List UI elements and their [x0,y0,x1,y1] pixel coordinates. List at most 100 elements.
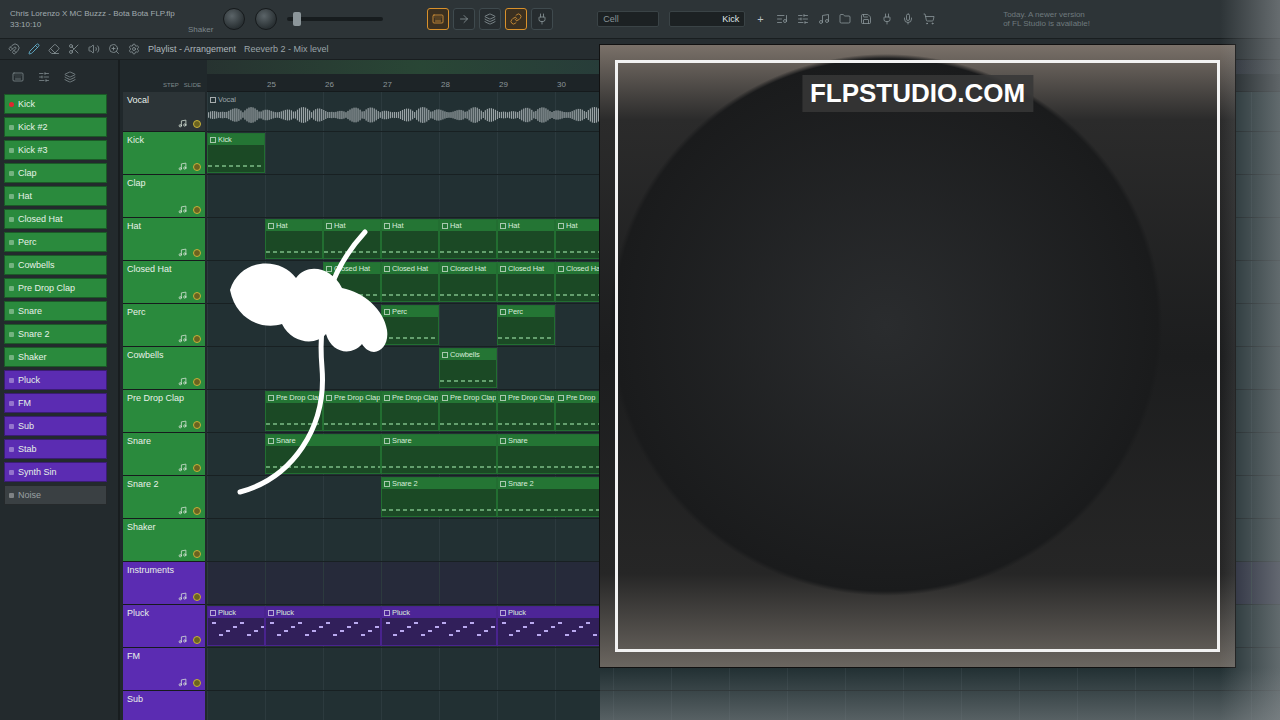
track-header[interactable]: Closed Hat [123,261,205,304]
clip[interactable]: Hat [497,219,555,259]
channel-select-marker[interactable] [9,424,14,429]
channel-item[interactable]: Sub [4,416,107,436]
clip[interactable]: Pre Drop Clap [439,391,497,431]
note-icon[interactable] [178,635,187,644]
mute-dot[interactable] [193,593,201,601]
channel-select-marker[interactable] [9,493,14,498]
clip[interactable]: Pre Drop Clap [497,391,555,431]
channel-item[interactable]: FM [4,393,107,413]
clip-menu-icon[interactable] [500,481,506,487]
clip[interactable]: Vocal [207,93,613,130]
clip[interactable]: Snare [497,434,613,474]
clip[interactable]: Hat [323,219,381,259]
clip-menu-icon[interactable] [442,395,448,401]
clip[interactable]: Pluck [497,606,613,646]
channel-item[interactable]: Hat [4,186,107,206]
clip-menu-icon[interactable] [500,438,506,444]
keyboard-icon[interactable] [12,71,24,83]
channel-select-marker[interactable] [9,263,14,268]
mute-dot[interactable] [193,249,201,257]
track-header[interactable]: Sub [123,691,205,720]
note-icon[interactable] [178,291,187,300]
clip-menu-icon[interactable] [210,97,216,103]
clip-menu-icon[interactable] [326,266,332,272]
master-slider[interactable] [287,17,383,21]
arrow-icon[interactable] [458,13,470,25]
clip[interactable]: Pre Drop Clap [265,391,323,431]
master-volume-knob[interactable] [223,8,245,30]
clip-menu-icon[interactable] [500,223,506,229]
track-header[interactable]: Perc [123,304,205,347]
layers-icon[interactable] [484,13,496,25]
rack-layers-icon[interactable] [64,71,76,83]
note-icon[interactable] [178,205,187,214]
clip-menu-icon[interactable] [558,395,564,401]
channel-select-marker[interactable] [9,171,14,176]
track-header[interactable]: Shaker [123,519,205,562]
channel-item[interactable]: Pluck [4,370,107,390]
clip[interactable]: Cowbells [439,348,497,388]
clip-menu-icon[interactable] [210,137,216,143]
channel-select-marker[interactable] [9,286,14,291]
clip[interactable]: Hat [439,219,497,259]
channel-item[interactable]: Synth Sin [4,462,107,482]
mute-dot[interactable] [193,378,201,386]
track-header[interactable]: Snare 2 [123,476,205,519]
track-header[interactable]: Vocal [123,92,205,132]
note-icon[interactable] [178,119,187,128]
channel-item[interactable]: Noise [4,485,107,505]
playlist-icon[interactable] [776,13,788,25]
piano-button[interactable] [427,8,449,30]
clip[interactable]: Hat [381,219,439,259]
clip-menu-icon[interactable] [442,223,448,229]
mute-dot[interactable] [193,206,201,214]
mute-dot[interactable] [193,335,201,343]
clip-menu-icon[interactable] [442,266,448,272]
clip-menu-icon[interactable] [442,352,448,358]
clip[interactable]: Closed Hat [497,262,555,302]
note-icon[interactable] [178,162,187,171]
track-header[interactable]: Snare [123,433,205,476]
channel-item[interactable]: Perc [4,232,107,252]
clip[interactable]: Hat [265,219,323,259]
arrow-button[interactable] [453,8,475,30]
note-icon[interactable] [178,420,187,429]
clip[interactable]: Kick [207,133,265,173]
channel-select-marker[interactable] [9,378,14,383]
save-icon[interactable] [860,13,872,25]
channel-item[interactable]: Clap [4,163,107,183]
note-icon[interactable] [178,463,187,472]
channel-select-marker[interactable] [9,102,14,107]
note-icon[interactable] [178,592,187,601]
clip-menu-icon[interactable] [500,266,506,272]
clip[interactable]: Closed Hat [439,262,497,302]
mute-dot[interactable] [193,507,201,515]
link-button[interactable] [505,8,527,30]
mute-dot[interactable] [193,292,201,300]
mute-dot[interactable] [193,163,201,171]
channel-item[interactable]: Snare 2 [4,324,107,344]
snap-options[interactable]: STEPSLIDE [123,60,205,92]
track-header[interactable]: FM [123,648,205,691]
channel-item[interactable]: Snare [4,301,107,321]
clip[interactable]: Closed Hat [381,262,439,302]
channel-select-marker[interactable] [9,240,14,245]
clip[interactable]: Snare 2 [381,477,497,517]
mute-dot[interactable] [193,421,201,429]
master-pitch-knob[interactable] [255,8,277,30]
update-notice[interactable]: Today. A newer versionof FL Studio is av… [1003,10,1090,28]
record-icon[interactable] [902,13,914,25]
clip-menu-icon[interactable] [268,610,274,616]
clip-menu-icon[interactable] [384,266,390,272]
clip-menu-icon[interactable] [384,481,390,487]
clip-menu-icon[interactable] [558,266,564,272]
channel-select-marker[interactable] [9,125,14,130]
channel-item[interactable]: Cowbells [4,255,107,275]
clip-menu-icon[interactable] [558,223,564,229]
track-header[interactable]: Pluck [123,605,205,648]
track-header[interactable]: Instruments [123,562,205,605]
mixer-icon[interactable] [797,13,809,25]
channel-item[interactable]: Shaker [4,347,107,367]
mute-dot[interactable] [193,120,201,128]
track-lane[interactable] [207,691,1280,720]
